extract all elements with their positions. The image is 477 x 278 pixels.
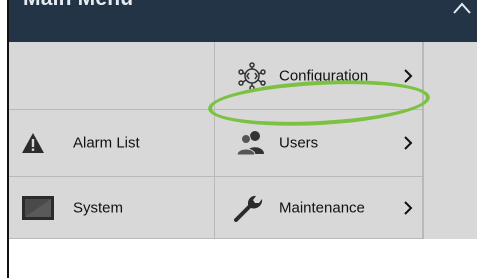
- menu-grid: Configuration Alarm List Users System Ma…: [9, 42, 477, 239]
- chevron-right-icon: [404, 200, 413, 215]
- warning-triangle-icon: [22, 133, 44, 153]
- chevron-right-icon: [404, 68, 413, 83]
- maintenance-label: Maintenance: [279, 199, 365, 216]
- system-label: System: [73, 199, 124, 216]
- empty-tile: [9, 42, 215, 110]
- main-menu-screen: Main Menu Configuration: [0, 0, 477, 278]
- monitor-icon: [22, 195, 54, 220]
- menu-header: Main Menu: [9, 0, 477, 42]
- alarm-list-button[interactable]: Alarm List: [9, 110, 215, 177]
- maintenance-button[interactable]: Maintenance: [215, 177, 423, 239]
- system-button[interactable]: System: [9, 177, 215, 239]
- chevron-right-icon: [404, 136, 413, 150]
- users-icon: [236, 131, 264, 156]
- users-label: Users: [279, 134, 319, 152]
- alarm-list-label: Alarm List: [73, 134, 140, 152]
- right-panel-strip: [423, 42, 477, 239]
- chevron-up-icon[interactable]: [452, 0, 472, 18]
- wrench-icon: [234, 195, 263, 222]
- page-title: Main Menu: [23, 0, 133, 11]
